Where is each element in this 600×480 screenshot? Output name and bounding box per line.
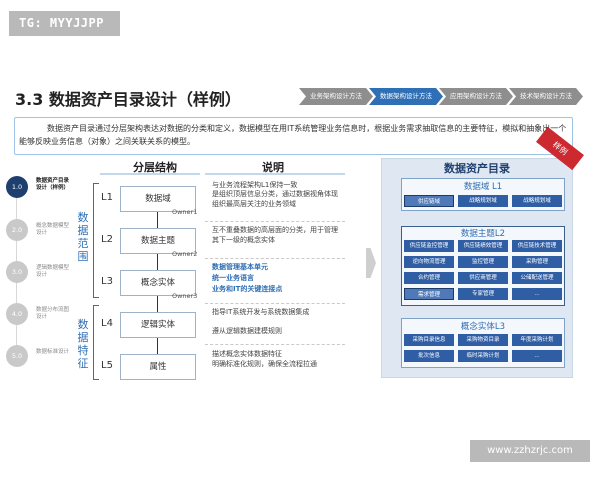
catalog-l3-title: 概念实体L3 <box>460 322 506 332</box>
chip-l2-5[interactable]: 监控管理 <box>458 256 508 268</box>
desc-l3-line3: 业务和IT的关键连接点 <box>212 285 283 293</box>
desc-separator-1 <box>205 221 345 222</box>
chip-l2-7[interactable]: 合约管理 <box>404 272 454 284</box>
level-box-l5: 属性 <box>120 354 196 380</box>
chip-l2-9[interactable]: 公储配送管理 <box>512 272 562 284</box>
desc-l2-line1: 互不重叠数据的高层面的分类，用于管理其下一级的概念实体 <box>212 226 338 244</box>
level-box-l4: 逻辑实体 <box>120 312 196 338</box>
chip-strategy-domain-1[interactable]: 战略规划域 <box>458 195 508 207</box>
group-label-scope: 数据范围 <box>77 211 89 263</box>
chip-l3-4[interactable]: 批次信息 <box>404 350 454 362</box>
desc-separator-2 <box>205 258 345 259</box>
chip-l2-2[interactable]: 供应链绩效管理 <box>458 240 508 252</box>
level-code-l3: L3 <box>101 276 113 287</box>
level-code-l1: L1 <box>101 192 113 203</box>
chip-l2-3[interactable]: 供应链技术管理 <box>512 240 562 252</box>
scope-brace <box>93 183 99 298</box>
arrow-right-icon <box>366 248 376 278</box>
owner-label-3: Owner3 <box>172 292 198 300</box>
step-circle-4[interactable]: 4.0 <box>6 303 28 325</box>
step-circle-3[interactable]: 3.0 <box>6 261 28 283</box>
owner-label-1: Owner1 <box>172 208 198 216</box>
desc-l4-line1: 指导IT系统开发与系统数据集成 <box>212 308 310 316</box>
chip-l2-1[interactable]: 供应链监控管理 <box>404 240 454 252</box>
step-label-2[interactable]: 概念数据模型设计 <box>36 223 70 237</box>
chip-l2-8[interactable]: 供应商管理 <box>458 272 508 284</box>
desc-separator-3 <box>205 303 345 304</box>
catalog-l2-title: 数据主题L2 <box>460 229 506 239</box>
chip-l3-5[interactable]: 临时采购计划 <box>458 350 508 362</box>
watermark-tag: TG: MYYJJPP <box>9 11 120 36</box>
chip-supply-chain-domain[interactable]: 供应链域 <box>404 195 454 207</box>
step-label-1[interactable]: 数据资产目录设计（样例） <box>36 178 70 192</box>
desc-l3-line1: 数据管理基本单元 <box>212 263 268 271</box>
chip-l2-demand-management[interactable]: 需求管理 <box>404 288 454 300</box>
chip-l3-more[interactable]: ... <box>512 350 562 362</box>
desc-l4-line2: 遵从逻辑数据建模规则 <box>212 327 282 335</box>
group-label-feature: 数据特征 <box>77 318 89 370</box>
chip-l2-6[interactable]: 采购管理 <box>512 256 562 268</box>
step-label-4[interactable]: 数据分布流图设计 <box>36 307 70 321</box>
desc-l5-line2: 明确标准化规则，确保全流程拉通 <box>212 360 317 368</box>
chip-l3-3[interactable]: 年度采购计划 <box>512 334 562 346</box>
connector-1 <box>157 212 158 228</box>
intro-description: 数据资产目录通过分层架构表达对数据的分类和定义，数据模型在用IT系统管理业务信息… <box>14 117 573 155</box>
chip-l2-4[interactable]: 逆向物流管理 <box>404 256 454 268</box>
step-label-5[interactable]: 数据标准设计 <box>36 349 70 356</box>
chip-l3-1[interactable]: 采购目录信息 <box>404 334 454 346</box>
catalog-l1-title: 数据域 L1 <box>463 182 503 192</box>
desc-l5-line1: 描述概念实体数据特征 <box>212 350 282 358</box>
chip-l2-more[interactable]: ... <box>512 288 562 300</box>
tab-business-architecture[interactable]: 业务架构设计方法 <box>299 88 373 105</box>
chip-strategy-domain-2[interactable]: 战略规划域 <box>512 195 562 207</box>
desc-l3-line2: 统一业务语言 <box>212 274 254 282</box>
page-title: 3.3 数据资产目录设计（样例） <box>15 90 241 109</box>
url-watermark: www.zzhzrjc.com <box>470 440 590 462</box>
connector-4 <box>157 338 158 354</box>
step-circle-5[interactable]: 5.0 <box>6 345 28 367</box>
connector-2 <box>157 254 158 270</box>
level-code-l4: L4 <box>101 318 113 329</box>
connector-3 <box>157 296 158 312</box>
step-label-3[interactable]: 逻辑数据模型设计 <box>36 265 70 279</box>
header-underline-right <box>205 173 345 175</box>
feature-brace <box>93 305 99 380</box>
desc-separator-4 <box>205 344 345 345</box>
chip-l3-2[interactable]: 采购物资目录 <box>458 334 508 346</box>
catalog-title: 数据资产目录 <box>444 162 510 175</box>
chip-l2-11[interactable]: 专家管理 <box>458 288 508 300</box>
step-circle-1[interactable]: 1.0 <box>6 176 28 198</box>
tab-technology-architecture[interactable]: 技术架构设计方法 <box>509 88 583 105</box>
tab-data-architecture[interactable]: 数据架构设计方法 <box>369 88 443 105</box>
header-underline-left <box>100 173 200 175</box>
desc-l1-line2: 是组织顶层信息分类，通过数据视角体现组织最高层关注的业务领域 <box>212 190 338 208</box>
level-code-l2: L2 <box>101 234 113 245</box>
step-circle-2[interactable]: 2.0 <box>6 219 28 241</box>
level-code-l5: L5 <box>101 360 113 371</box>
owner-label-2: Owner2 <box>172 250 198 258</box>
tab-application-architecture[interactable]: 应用架构设计方法 <box>439 88 513 105</box>
